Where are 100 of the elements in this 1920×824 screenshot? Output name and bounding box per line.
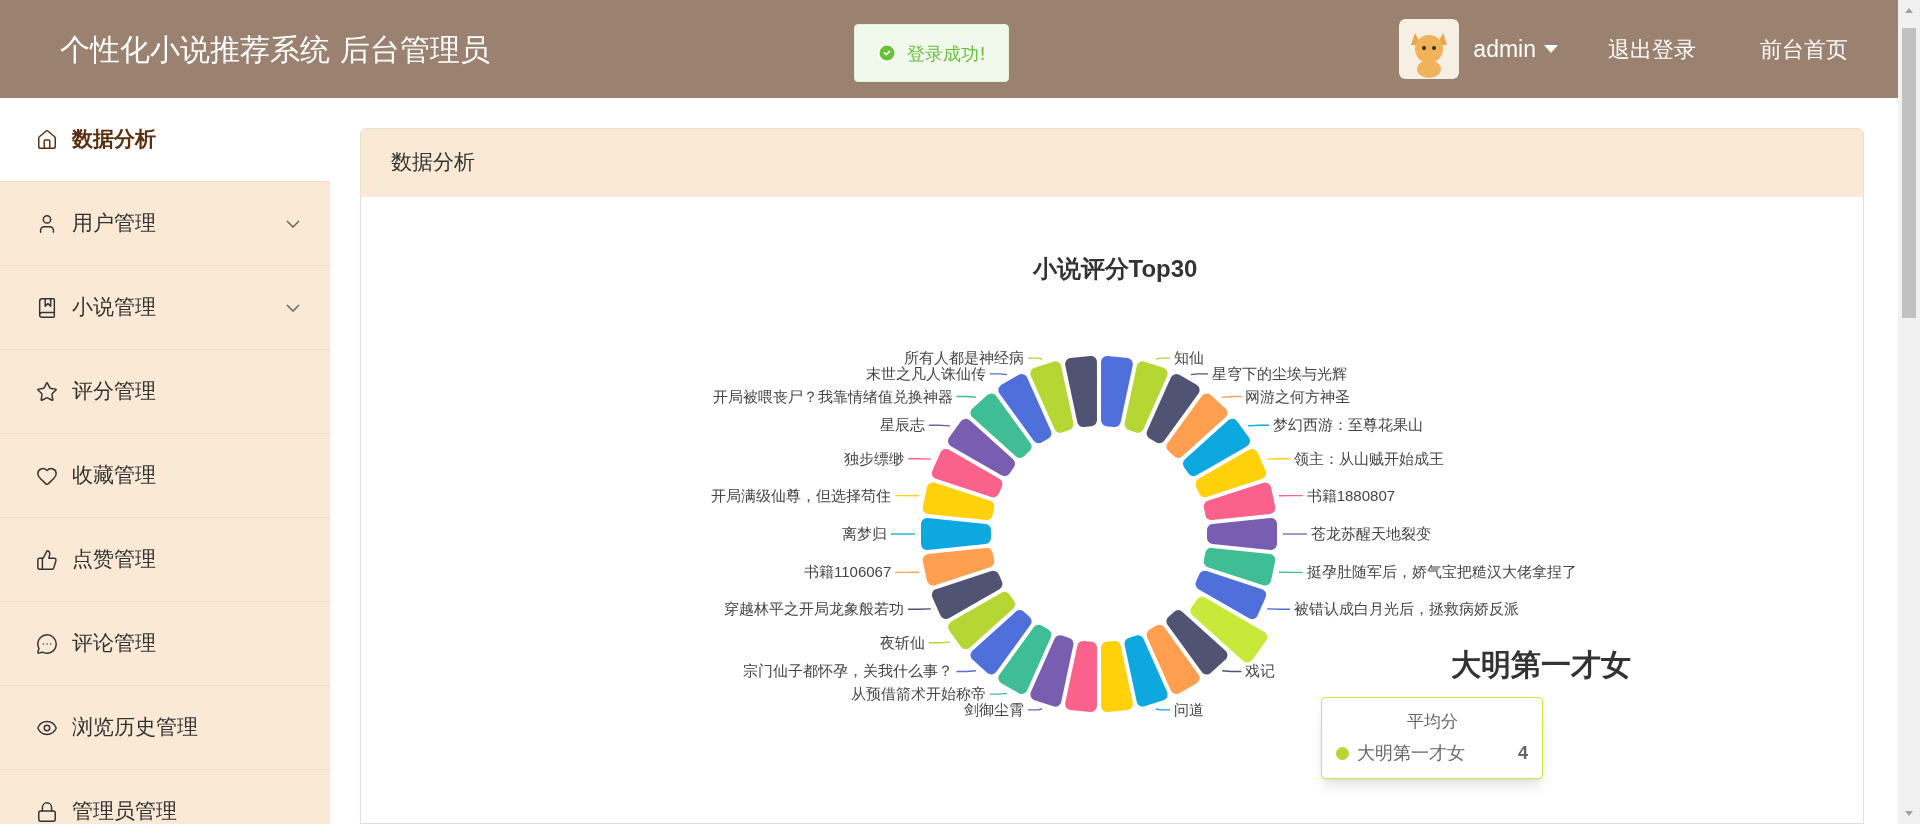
chart-slice[interactable] xyxy=(1101,355,1133,428)
slice-label: 所有人都是神经病 xyxy=(903,349,1024,367)
chart-slice[interactable] xyxy=(970,610,1032,675)
leader-line xyxy=(1221,395,1243,398)
sidebar-label: 收藏管理 xyxy=(72,461,156,489)
panel-title: 数据分析 xyxy=(391,148,475,176)
leader-line xyxy=(928,641,951,644)
slice-label: 戏记 xyxy=(1245,662,1276,680)
chart-slice[interactable] xyxy=(1146,374,1200,444)
sidebar-label: 评论管理 xyxy=(72,629,156,657)
sidebar-label: 浏览历史管理 xyxy=(72,713,198,741)
slice-label: 星穹下的尘埃与光辉 xyxy=(1212,364,1347,382)
slice-label: 挺孕肚随军后，娇气宝把糙汉大佬拿捏了 xyxy=(1306,563,1577,581)
chart-slice[interactable] xyxy=(1203,547,1276,586)
chart-slice[interactable] xyxy=(998,624,1052,694)
slice-label: 宗门仙子都怀孕，关我什么事？ xyxy=(742,662,953,680)
slice-label: 夜斩仙 xyxy=(879,633,925,651)
chart-slice[interactable] xyxy=(948,418,1016,477)
leader-line xyxy=(989,692,1008,695)
toast-message: 登录成功! xyxy=(907,41,987,66)
chart-slice[interactable] xyxy=(1166,393,1228,458)
slice-label: 领主：从山贼开始成王 xyxy=(1293,449,1444,467)
sidebar-label: 用户管理 xyxy=(72,209,156,237)
slice-label: 穿越林平之开局龙象般若功 xyxy=(724,600,905,618)
header-link[interactable]: 退出登录 xyxy=(1608,32,1696,66)
chart-slice[interactable] xyxy=(1207,518,1277,550)
chevron-icon xyxy=(286,219,300,228)
tooltip-value: 4 xyxy=(1518,742,1528,766)
sidebar-item[interactable]: 收藏管理 xyxy=(0,434,330,518)
chart-slice[interactable] xyxy=(998,374,1052,444)
slice-label: 从预借箭术开始称帝 xyxy=(851,685,986,703)
chart-title: 小说评分Top30 xyxy=(1032,255,1198,282)
leader-line xyxy=(1266,608,1291,610)
sidebar-label: 管理员管理 xyxy=(72,797,177,824)
leader-line xyxy=(1221,670,1243,673)
chart-slice[interactable] xyxy=(1195,570,1267,620)
chevron-icon xyxy=(286,303,300,312)
leader-line xyxy=(1278,494,1304,497)
slice-label: 开局被喂丧尸？我靠情绪值兑换神器 xyxy=(712,387,953,405)
leader-line xyxy=(955,395,977,398)
chart-slice[interactable] xyxy=(1146,624,1200,694)
slice-label: 独步缥缈 xyxy=(844,449,905,467)
chart-slice[interactable] xyxy=(931,448,1003,498)
leader-line xyxy=(907,608,932,610)
sidebar-label: 数据分析 xyxy=(72,125,156,153)
leader-line xyxy=(1266,458,1291,460)
sidebar-item[interactable]: 评论管理 xyxy=(0,602,330,686)
leader-line xyxy=(1278,571,1304,574)
sidebar-item[interactable]: 管理员管理 xyxy=(0,770,330,824)
scrollbar-thumb[interactable] xyxy=(1902,28,1916,318)
slice-label: 网游之何方神圣 xyxy=(1245,387,1351,405)
leader-line xyxy=(890,533,916,535)
slice-label: 星辰志 xyxy=(879,416,925,434)
slice-label: 开局满级仙尊，但选择苟住 xyxy=(711,486,892,504)
slice-label: 书籍1880807 xyxy=(1306,486,1396,504)
header-link[interactable]: 前台首页 xyxy=(1760,32,1848,66)
check-icon xyxy=(877,43,897,63)
sidebar-item[interactable]: 数据分析 xyxy=(0,98,330,182)
leader-line xyxy=(894,571,920,574)
sidebar-item[interactable]: 浏览历史管理 xyxy=(0,686,330,770)
chart-slice[interactable] xyxy=(1030,635,1074,707)
chart-slice[interactable] xyxy=(1065,640,1097,713)
sidebar-item[interactable]: 点赞管理 xyxy=(0,518,330,602)
slice-label: 被错认成白月光后，拯救病娇反派 xyxy=(1293,600,1519,618)
leader-line xyxy=(1282,533,1308,535)
sidebar-item[interactable]: 用户管理 xyxy=(0,182,330,266)
leader-line xyxy=(1027,357,1043,360)
chart-slice[interactable] xyxy=(1065,355,1097,428)
sidebar-label: 评分管理 xyxy=(72,377,156,405)
sidebar-label: 点赞管理 xyxy=(72,545,156,573)
slice-label: 梦幻西游：至尊花果山 xyxy=(1273,416,1424,434)
cat-avatar-icon xyxy=(1399,19,1460,79)
leader-line xyxy=(1027,708,1043,711)
chart-slice[interactable] xyxy=(1166,610,1228,675)
leader-line xyxy=(989,373,1008,376)
tooltip-name: 大明第一才女 xyxy=(1357,742,1465,766)
lock-icon xyxy=(36,800,58,823)
sidebar-item[interactable]: 小说管理 xyxy=(0,266,330,350)
star-icon xyxy=(36,380,58,403)
book-icon xyxy=(36,296,58,319)
chat-bubble-icon xyxy=(36,632,58,655)
chart-slice[interactable] xyxy=(922,547,995,586)
leader-line xyxy=(894,494,920,497)
leader-line xyxy=(1155,708,1171,711)
slice-label: 剑御尘霄 xyxy=(963,700,1024,718)
chart-slice[interactable] xyxy=(931,570,1003,620)
thumbs-up-icon xyxy=(36,548,58,571)
user-menu-button[interactable]: admin xyxy=(1473,31,1558,67)
slice-label: 书籍1106067 xyxy=(804,563,892,581)
app-title: 个性化小说推荐系统 后台管理员 xyxy=(60,30,490,69)
slice-label: 离梦归 xyxy=(842,525,887,542)
leader-line xyxy=(955,670,977,673)
leader-line xyxy=(1190,373,1209,376)
leader-line xyxy=(1247,424,1270,427)
slice-label: 知仙 xyxy=(1174,349,1205,367)
chart-slice[interactable] xyxy=(970,393,1032,458)
leader-line xyxy=(928,424,951,427)
home-icon xyxy=(36,128,58,151)
center-label: 大明第一才女 xyxy=(1451,648,1631,681)
sidebar-item[interactable]: 评分管理 xyxy=(0,350,330,434)
